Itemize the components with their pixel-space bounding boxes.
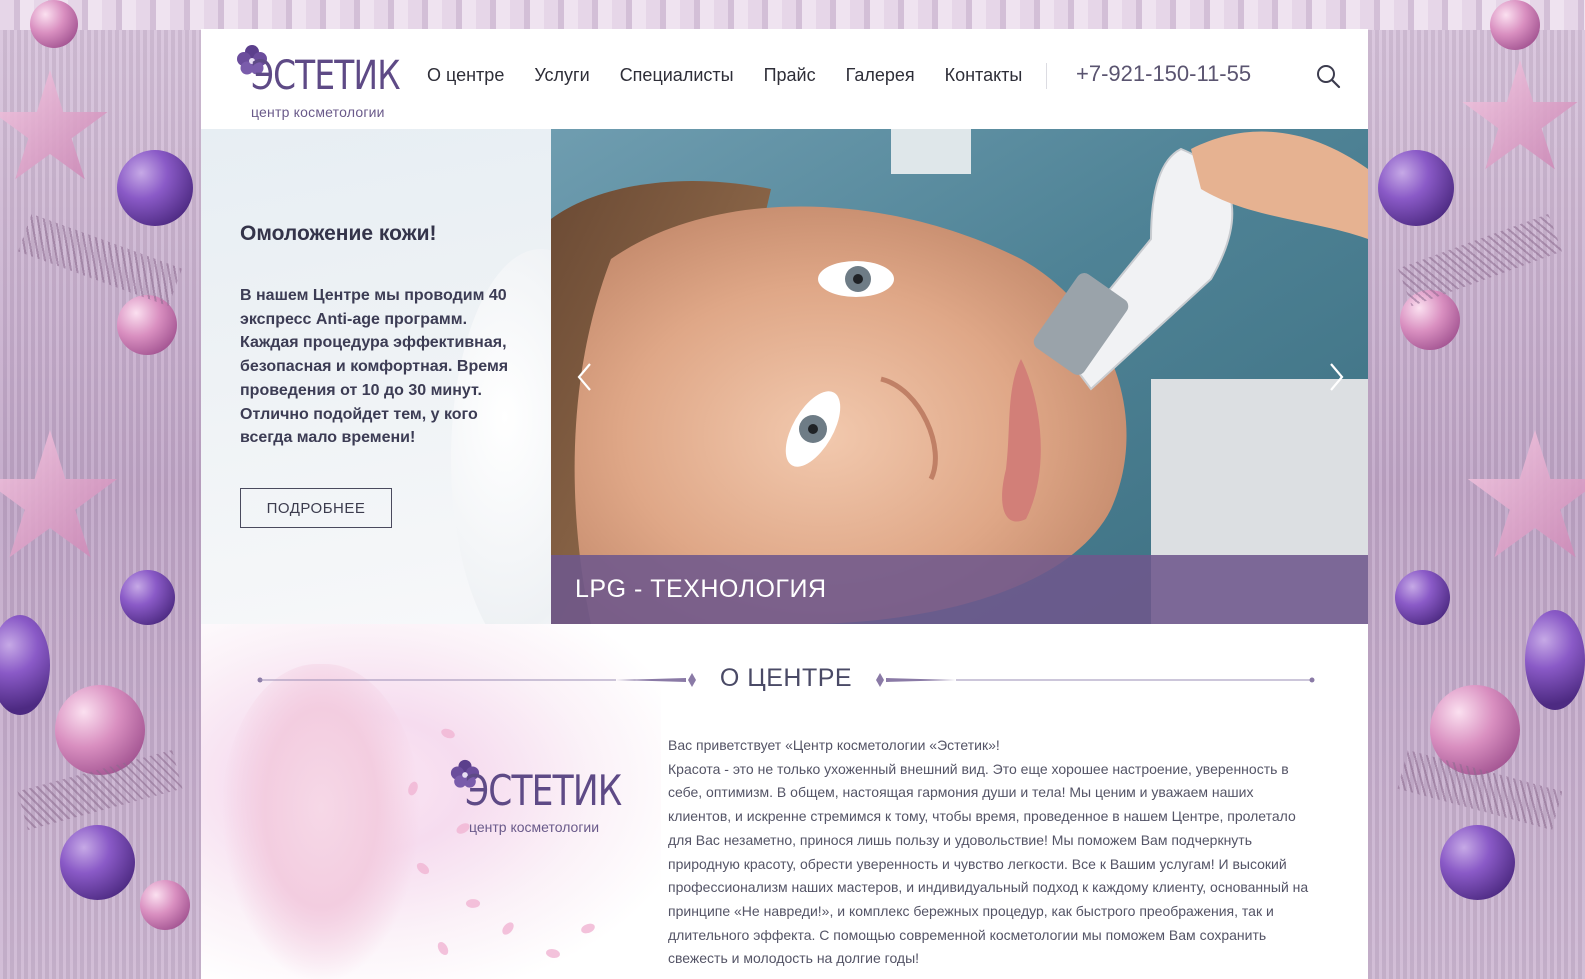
about-section: ЭСТЕТИК центр косметологии О ЦЕНТРЕ Вас … [201,624,1368,979]
bauble [140,880,190,930]
slide-photo [551,129,1368,624]
woman-portrait [221,664,421,979]
about-logo-name: ЭСТЕТИК [465,766,622,815]
star-ornament [1462,60,1578,170]
about-text: Вас приветствует «Центр косметологии «Эс… [668,734,1318,971]
nav-item-about[interactable]: О центре [427,65,504,86]
about-logo: ЭСТЕТИК центр косметологии [445,754,625,835]
bauble [1490,0,1540,50]
petal [499,920,517,937]
nav-item-prices[interactable]: Прайс [764,65,816,86]
slide-image-area: LPG - ТЕХНОЛОГИЯ [551,129,1368,624]
slide-caption-bar: LPG - ТЕХНОЛОГИЯ [551,555,1368,624]
petal [580,922,596,935]
bauble [0,615,50,715]
pine-branch [17,213,183,307]
more-button[interactable]: ПОДРОБНЕЕ [240,488,392,528]
chevron-left-icon[interactable] [573,361,597,393]
hero-slider: Омоложение кожи! В нашем Центре мы прово… [201,129,1368,624]
wood-strip [0,0,1585,30]
hero-text-panel: Омоложение кожи! В нашем Центре мы прово… [201,129,551,624]
bauble [1378,150,1454,226]
hero-title: Омоложение кожи! [240,222,437,245]
bauble [1440,825,1515,900]
nav-item-services[interactable]: Услуги [534,65,589,86]
hero-description: В нашем Центре мы проводим 40 экспресс A… [240,287,509,447]
nav-item-gallery[interactable]: Галерея [846,65,915,86]
bauble [120,570,175,625]
slide-caption: LPG - ТЕХНОЛОГИЯ [575,575,827,603]
chevron-right-icon[interactable] [1324,361,1348,393]
section-heading: О ЦЕНТРЕ [256,664,1316,694]
site-header: ЭСТЕТИК центр косметологии О центре Услу… [201,29,1368,129]
star-ornament [0,70,108,180]
petal [436,940,450,957]
site-logo[interactable]: ЭСТЕТИК центр косметологии [233,39,403,120]
about-greeting: Вас приветствует «Центр косметологии «Эс… [668,737,1000,753]
divider-right-ornament [876,673,1315,687]
logo-tagline: центр косметологии [251,104,385,120]
star-ornament [0,430,118,558]
petal [439,726,457,741]
about-logo-tagline: центр косметологии [469,819,600,835]
pine-branch [1397,213,1563,307]
petal [465,897,481,910]
page-container: ЭСТЕТИК центр косметологии О центре Услу… [201,29,1368,979]
main-nav: О центре Услуги Специалисты Прайс Галере… [427,65,1052,86]
bauble [30,0,78,48]
petal [544,946,562,961]
bauble [1395,570,1450,625]
search-icon[interactable] [1314,62,1342,90]
bauble [60,825,135,900]
nav-divider [1046,63,1047,89]
logo-name: ЭСТЕТИК [251,53,401,99]
bauble [1525,610,1585,710]
star-ornament [1467,430,1585,558]
bauble [117,150,193,226]
nav-item-specialists[interactable]: Специалисты [620,65,734,86]
about-body: Красота - это не только ухоженный внешни… [668,760,1309,967]
phone-number[interactable]: +7-921-150-11-55 [1076,61,1251,87]
nav-item-contacts[interactable]: Контакты [945,65,1023,86]
